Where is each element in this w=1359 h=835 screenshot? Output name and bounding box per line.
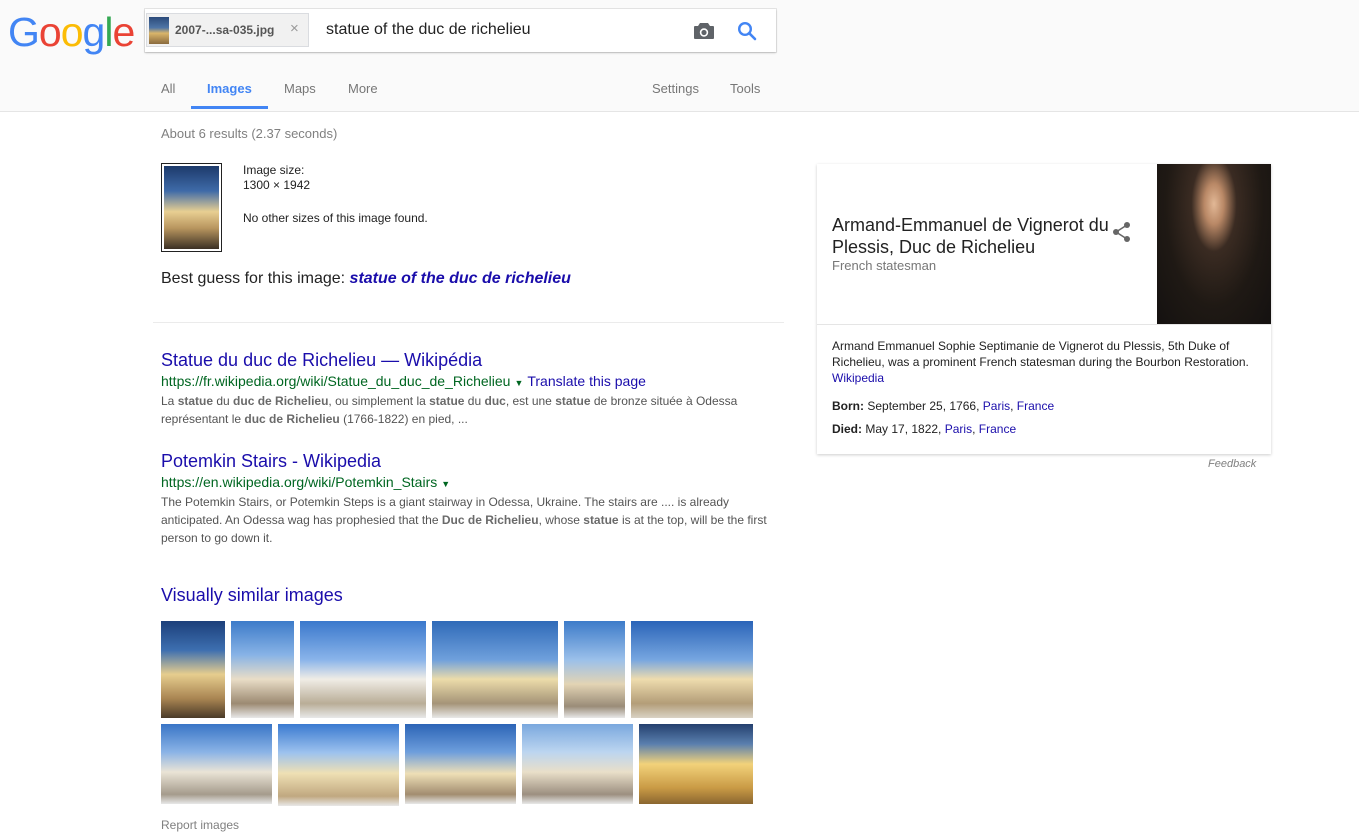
comma: , (1010, 399, 1014, 413)
active-tab-indicator (191, 106, 268, 109)
kp-fact-link[interactable]: Paris (983, 399, 1010, 413)
result-title[interactable]: Statue du duc de Richelieu — Wikipédia (161, 349, 781, 371)
query-image-thumbnail[interactable] (161, 163, 222, 252)
knowledge-panel: Armand-Emmanuel de Vignerot du Plessis, … (817, 164, 1271, 454)
image-chip-thumbnail (149, 17, 169, 44)
header-bar: Google 2007-...sa-035.jpg × statue of th… (0, 0, 1359, 112)
similar-image[interactable] (161, 621, 225, 718)
result-snippet: La statue du duc de Richelieu, ou simple… (161, 394, 738, 426)
result-url-line: https://fr.wikipedia.org/wiki/Statue_du_… (161, 372, 781, 392)
result-snippet: The Potemkin Stairs, or Potemkin Steps i… (161, 495, 767, 545)
kp-fact-born: Born: September 25, 1766, Paris, France (832, 399, 1054, 413)
image-chip[interactable]: 2007-...sa-035.jpg × (146, 13, 309, 47)
best-guess: Best guess for this image: statue of the… (161, 270, 571, 288)
tab-all[interactable]: All (161, 81, 175, 96)
dropdown-arrow-icon[interactable]: ▼ (441, 479, 450, 489)
similar-image[interactable] (161, 724, 272, 804)
search-input[interactable]: statue of the duc de richelieu (326, 21, 531, 39)
search-result: Potemkin Stairs - Wikipedia https://en.w… (161, 450, 781, 547)
similar-image[interactable] (631, 621, 753, 718)
visually-similar-heading[interactable]: Visually similar images (161, 585, 343, 606)
divider (153, 322, 784, 323)
kp-fact-link[interactable]: France (979, 422, 1016, 436)
kp-fact-value: May 17, 1822, (865, 422, 942, 436)
kp-description-text: Armand Emmanuel Sophie Septimanie de Vig… (832, 339, 1249, 369)
similar-image[interactable] (432, 621, 558, 718)
kp-fact-link[interactable]: Paris (945, 422, 972, 436)
similar-image[interactable] (405, 724, 516, 804)
image-chip-filename: 2007-...sa-035.jpg (175, 23, 275, 37)
tab-tools[interactable]: Tools (730, 81, 760, 96)
no-other-sizes: No other sizes of this image found. (243, 211, 428, 225)
kp-source-link[interactable]: Wikipedia (832, 371, 884, 385)
similar-image[interactable] (522, 724, 633, 804)
search-icon[interactable] (737, 21, 757, 46)
kp-title: Armand-Emmanuel de Vignerot du Plessis, … (832, 215, 1109, 257)
result-url-line: https://en.wikipedia.org/wiki/Potemkin_S… (161, 473, 781, 493)
comma: , (972, 422, 976, 436)
camera-icon[interactable] (693, 21, 715, 46)
similar-image[interactable] (231, 621, 294, 718)
kp-fact-died: Died: May 17, 1822, Paris, France (832, 422, 1016, 436)
tab-maps[interactable]: Maps (284, 81, 316, 96)
translate-link[interactable]: Translate this page (527, 373, 646, 389)
kp-fact-label: Born: (832, 399, 864, 413)
report-images-link[interactable]: Report images (161, 818, 239, 832)
google-logo[interactable]: Google (8, 12, 135, 53)
result-stats: About 6 results (2.37 seconds) (161, 126, 338, 141)
similar-image[interactable] (639, 724, 753, 804)
search-box[interactable]: 2007-...sa-035.jpg × statue of the duc d… (145, 9, 776, 52)
kp-description: Armand Emmanuel Sophie Septimanie de Vig… (832, 338, 1257, 386)
image-size: Image size: 1300 × 1942 (243, 163, 310, 193)
result-title[interactable]: Potemkin Stairs - Wikipedia (161, 450, 781, 472)
result-url: https://fr.wikipedia.org/wiki/Statue_du_… (161, 373, 511, 389)
tab-images[interactable]: Images (207, 81, 252, 96)
divider (817, 324, 1271, 325)
kp-fact-link[interactable]: France (1017, 399, 1054, 413)
image-size-value[interactable]: 1300 × 1942 (243, 178, 310, 193)
similar-image[interactable] (278, 724, 399, 806)
similar-image[interactable] (300, 621, 426, 718)
search-tabs: All Images Maps More Settings Tools (0, 70, 1359, 110)
result-url: https://en.wikipedia.org/wiki/Potemkin_S… (161, 474, 438, 490)
similar-image[interactable] (564, 621, 625, 718)
kp-fact-label: Died: (832, 422, 862, 436)
tab-settings[interactable]: Settings (652, 81, 699, 96)
kp-subtitle: French statesman (832, 258, 937, 273)
kp-fact-value: September 25, 1766, (867, 399, 980, 413)
image-size-label: Image size: (243, 163, 305, 177)
search-result: Statue du duc de Richelieu — Wikipédia h… (161, 349, 781, 428)
close-icon[interactable]: × (290, 20, 299, 37)
feedback-link[interactable]: Feedback (1208, 458, 1256, 470)
kp-portrait-image[interactable] (1157, 164, 1271, 324)
tab-more[interactable]: More (348, 81, 378, 96)
share-icon[interactable] (1112, 221, 1132, 248)
best-guess-link[interactable]: statue of the duc de richelieu (350, 270, 571, 287)
best-guess-label: Best guess for this image: (161, 270, 346, 287)
dropdown-arrow-icon[interactable]: ▼ (514, 378, 523, 388)
